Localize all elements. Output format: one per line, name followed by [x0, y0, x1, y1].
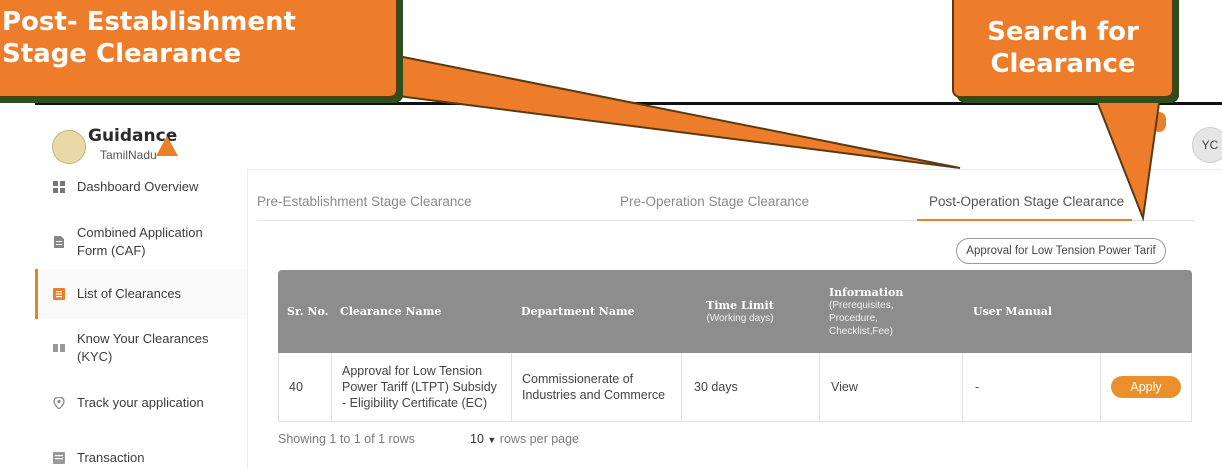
left-callout-arrow — [397, 54, 961, 169]
callout-post-establishment: Post- Establishment Stage Clearance — [0, 0, 398, 98]
right-callout-arrow — [1093, 95, 1162, 222]
callout-search-clearance: Search for Clearance — [952, 0, 1174, 98]
